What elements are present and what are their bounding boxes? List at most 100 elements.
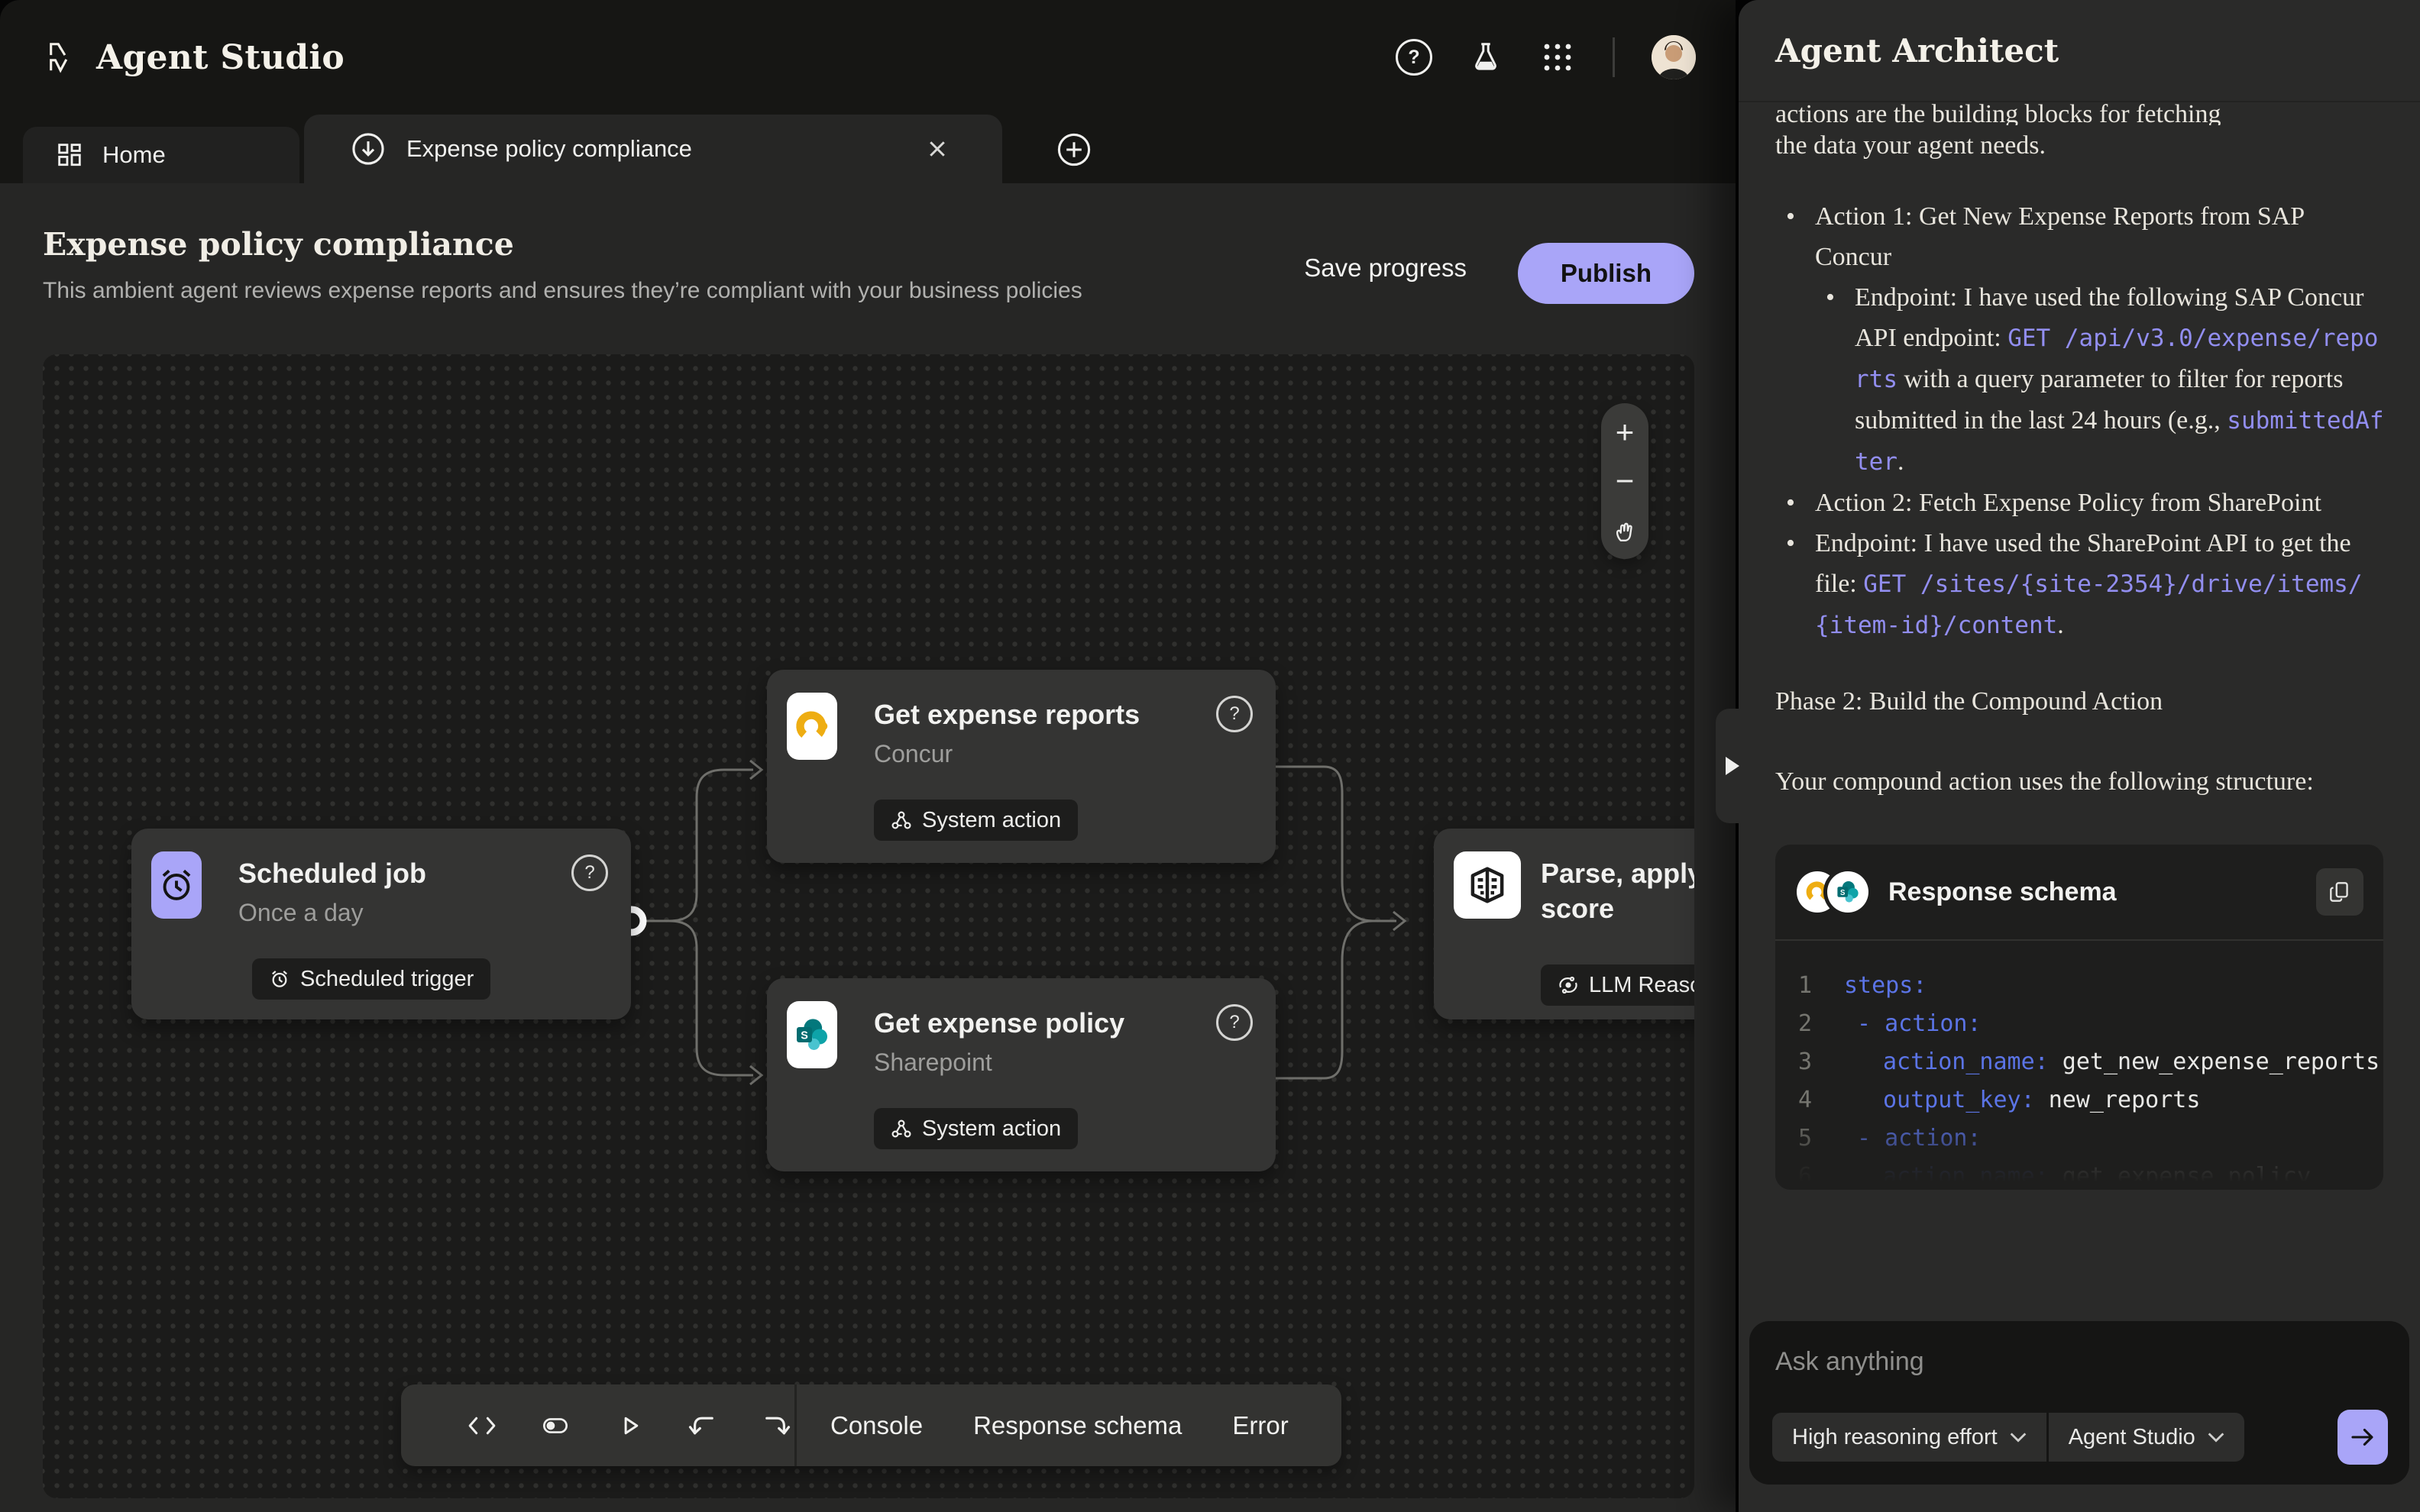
- inline-code: GET /sites/{site-2354}/drive/items/{item…: [1815, 570, 2363, 639]
- node-title: Parse, apply policy & score: [1541, 856, 1694, 926]
- console-button[interactable]: Console: [830, 1411, 923, 1440]
- node-scheduled-job[interactable]: Scheduled job Once a day ? Scheduled tri…: [131, 829, 631, 1019]
- agent-architect-panel: Agent Architect actions are the building…: [1739, 0, 2420, 1512]
- schema-code-line: 1steps:: [1798, 967, 2365, 1005]
- app-root: Agent Studio ?: [0, 0, 2420, 1512]
- panel-collapse-handle[interactable]: [1716, 709, 1742, 823]
- tab-active[interactable]: Expense policy compliance: [304, 115, 1002, 183]
- clock-icon: [269, 968, 290, 990]
- code-view-button[interactable]: [464, 1407, 500, 1444]
- sharepoint-logo-icon: S: [1827, 871, 1868, 913]
- node-help-icon[interactable]: ?: [1216, 1004, 1253, 1041]
- sharepoint-logo-icon: S: [787, 1001, 837, 1068]
- composer-wrap: Ask anything High reasoning effort Agent…: [1739, 1321, 2420, 1512]
- node-badge: System action: [874, 800, 1078, 841]
- schema-card-header: S Response schema: [1775, 845, 2383, 941]
- tab-strip: Home Expense policy compliance: [0, 115, 1736, 183]
- pan-hand-button[interactable]: [1606, 512, 1643, 548]
- ask-input[interactable]: Ask anything: [1775, 1347, 2386, 1377]
- apps-grid-button[interactable]: [1539, 39, 1576, 76]
- toggle-button[interactable]: [537, 1407, 573, 1444]
- node-title: Get expense policy: [874, 1006, 1124, 1041]
- structure-text: Your compound action uses the following …: [1775, 761, 2356, 802]
- user-avatar[interactable]: [1652, 35, 1696, 79]
- panel-bullet: Endpoint: I have used the following SAP …: [1775, 277, 2385, 483]
- canvas-zoom-controls: + −: [1601, 403, 1648, 559]
- canvas-toolbar-tabs: Console Response schema Error: [797, 1411, 1289, 1440]
- main-window: Agent Studio ?: [0, 0, 1736, 1512]
- content-area: Expense policy compliance This ambient a…: [0, 183, 1736, 1512]
- help-button[interactable]: ?: [1396, 39, 1432, 76]
- node-help-icon[interactable]: ?: [571, 855, 608, 891]
- composer-dropdowns: High reasoning effort Agent Studio: [1772, 1413, 2244, 1462]
- flask-icon: [1468, 40, 1503, 75]
- schema-code-line: 2- action:: [1798, 1005, 2365, 1043]
- labs-button[interactable]: [1467, 39, 1504, 76]
- node-subtitle: Sharepoint: [874, 1048, 992, 1077]
- send-button[interactable]: [2338, 1410, 2388, 1465]
- composer-controls: High reasoning effort Agent Studio: [1772, 1410, 2388, 1465]
- node-parse-apply-score[interactable]: Parse, apply policy & score LLM Reasonin…: [1434, 829, 1694, 1019]
- schema-code-line: 3action_name: get_new_expense_reports: [1798, 1043, 2365, 1081]
- app-title: Agent Studio: [96, 38, 345, 77]
- schema-card-title: Response schema: [1888, 872, 2117, 913]
- error-button[interactable]: Error: [1232, 1411, 1288, 1440]
- node-badge-label: Scheduled trigger: [300, 967, 474, 992]
- reasoning-effort-dropdown[interactable]: High reasoning effort: [1772, 1413, 2046, 1462]
- node-badge: System action: [874, 1108, 1078, 1149]
- canvas-toolbar: Console Response schema Error: [401, 1384, 1341, 1466]
- intro-text: the data your agent needs.: [1775, 125, 2385, 166]
- node-badge-label: LLM Reasoning: [1589, 973, 1694, 998]
- node-help-icon[interactable]: ?: [1216, 696, 1253, 732]
- panel-bullet: Action 1: Get New Expense Reports from S…: [1775, 196, 2385, 277]
- arrow-right-icon: [2348, 1423, 2377, 1452]
- top-bar-actions: ?: [1396, 0, 1736, 115]
- tab-active-label: Expense policy compliance: [406, 135, 692, 163]
- brain-icon: [1454, 851, 1521, 919]
- svg-text:S: S: [1840, 889, 1846, 897]
- node-badge-label: System action: [922, 1116, 1061, 1142]
- bullet-text: .: [1897, 447, 1904, 476]
- writer-logo-icon: [46, 40, 81, 75]
- concur-logo-icon: [787, 693, 837, 760]
- node-subtitle: Once a day: [238, 899, 364, 927]
- bullet-text: Action 2: Fetch Expense Policy from Shar…: [1815, 489, 2321, 517]
- help-icon: ?: [1396, 39, 1432, 76]
- redo-button[interactable]: [759, 1407, 794, 1444]
- zoom-in-button[interactable]: +: [1606, 414, 1643, 451]
- node-get-expense-reports[interactable]: Get expense reports Concur ? System acti…: [767, 670, 1276, 863]
- new-tab-button[interactable]: [1053, 128, 1095, 171]
- tab-close-icon[interactable]: [921, 133, 953, 165]
- page-header: Expense policy compliance This ambient a…: [0, 183, 1736, 354]
- panel-scroll-content[interactable]: actions are the building blocks for fetc…: [1739, 101, 2420, 1321]
- chevron-down-icon: [2208, 1432, 2224, 1443]
- zoom-out-button[interactable]: −: [1606, 463, 1643, 499]
- node-get-expense-policy[interactable]: S Get expense policy Sharepoint ? System…: [767, 978, 1276, 1171]
- bullet-text: Action 1: Get New Expense Reports from S…: [1815, 202, 2304, 271]
- panel-bullet: Endpoint: I have used the SharePoint API…: [1775, 523, 2385, 646]
- response-schema-button[interactable]: Response schema: [973, 1411, 1182, 1440]
- page-description: This ambient agent reviews expense repor…: [43, 278, 1082, 304]
- tab-home[interactable]: Home: [23, 127, 299, 183]
- publish-button[interactable]: Publish: [1518, 243, 1694, 304]
- alarm-clock-icon: [151, 851, 202, 919]
- scope-label: Agent Studio: [2069, 1425, 2195, 1450]
- ask-anything-composer[interactable]: Ask anything High reasoning effort Agent…: [1749, 1321, 2409, 1485]
- save-progress-button[interactable]: Save progress: [1304, 254, 1467, 283]
- phase-heading: Phase 2: Build the Compound Action: [1775, 681, 2385, 722]
- node-badge: LLM Reasoning: [1541, 964, 1694, 1006]
- reasoning-effort-label: High reasoning effort: [1792, 1425, 1998, 1450]
- undo-button[interactable]: [684, 1407, 720, 1444]
- schema-logos: S: [1797, 871, 1868, 913]
- chevron-down-icon: [2010, 1432, 2027, 1443]
- node-title: Scheduled job: [238, 856, 426, 891]
- panel-bullet: Action 2: Fetch Expense Policy from Shar…: [1775, 483, 2385, 523]
- home-dashboard-icon: [57, 142, 82, 168]
- run-play-button[interactable]: [611, 1407, 647, 1444]
- clipped-text-line: actions are the building blocks for fetc…: [1775, 101, 2385, 125]
- scope-dropdown[interactable]: Agent Studio: [2049, 1413, 2244, 1462]
- workflow-canvas[interactable]: Scheduled job Once a day ? Scheduled tri…: [43, 354, 1694, 1498]
- copy-button[interactable]: [2316, 868, 2363, 916]
- apps-grid-icon: [1542, 41, 1574, 73]
- page-title: Expense policy compliance: [43, 226, 514, 263]
